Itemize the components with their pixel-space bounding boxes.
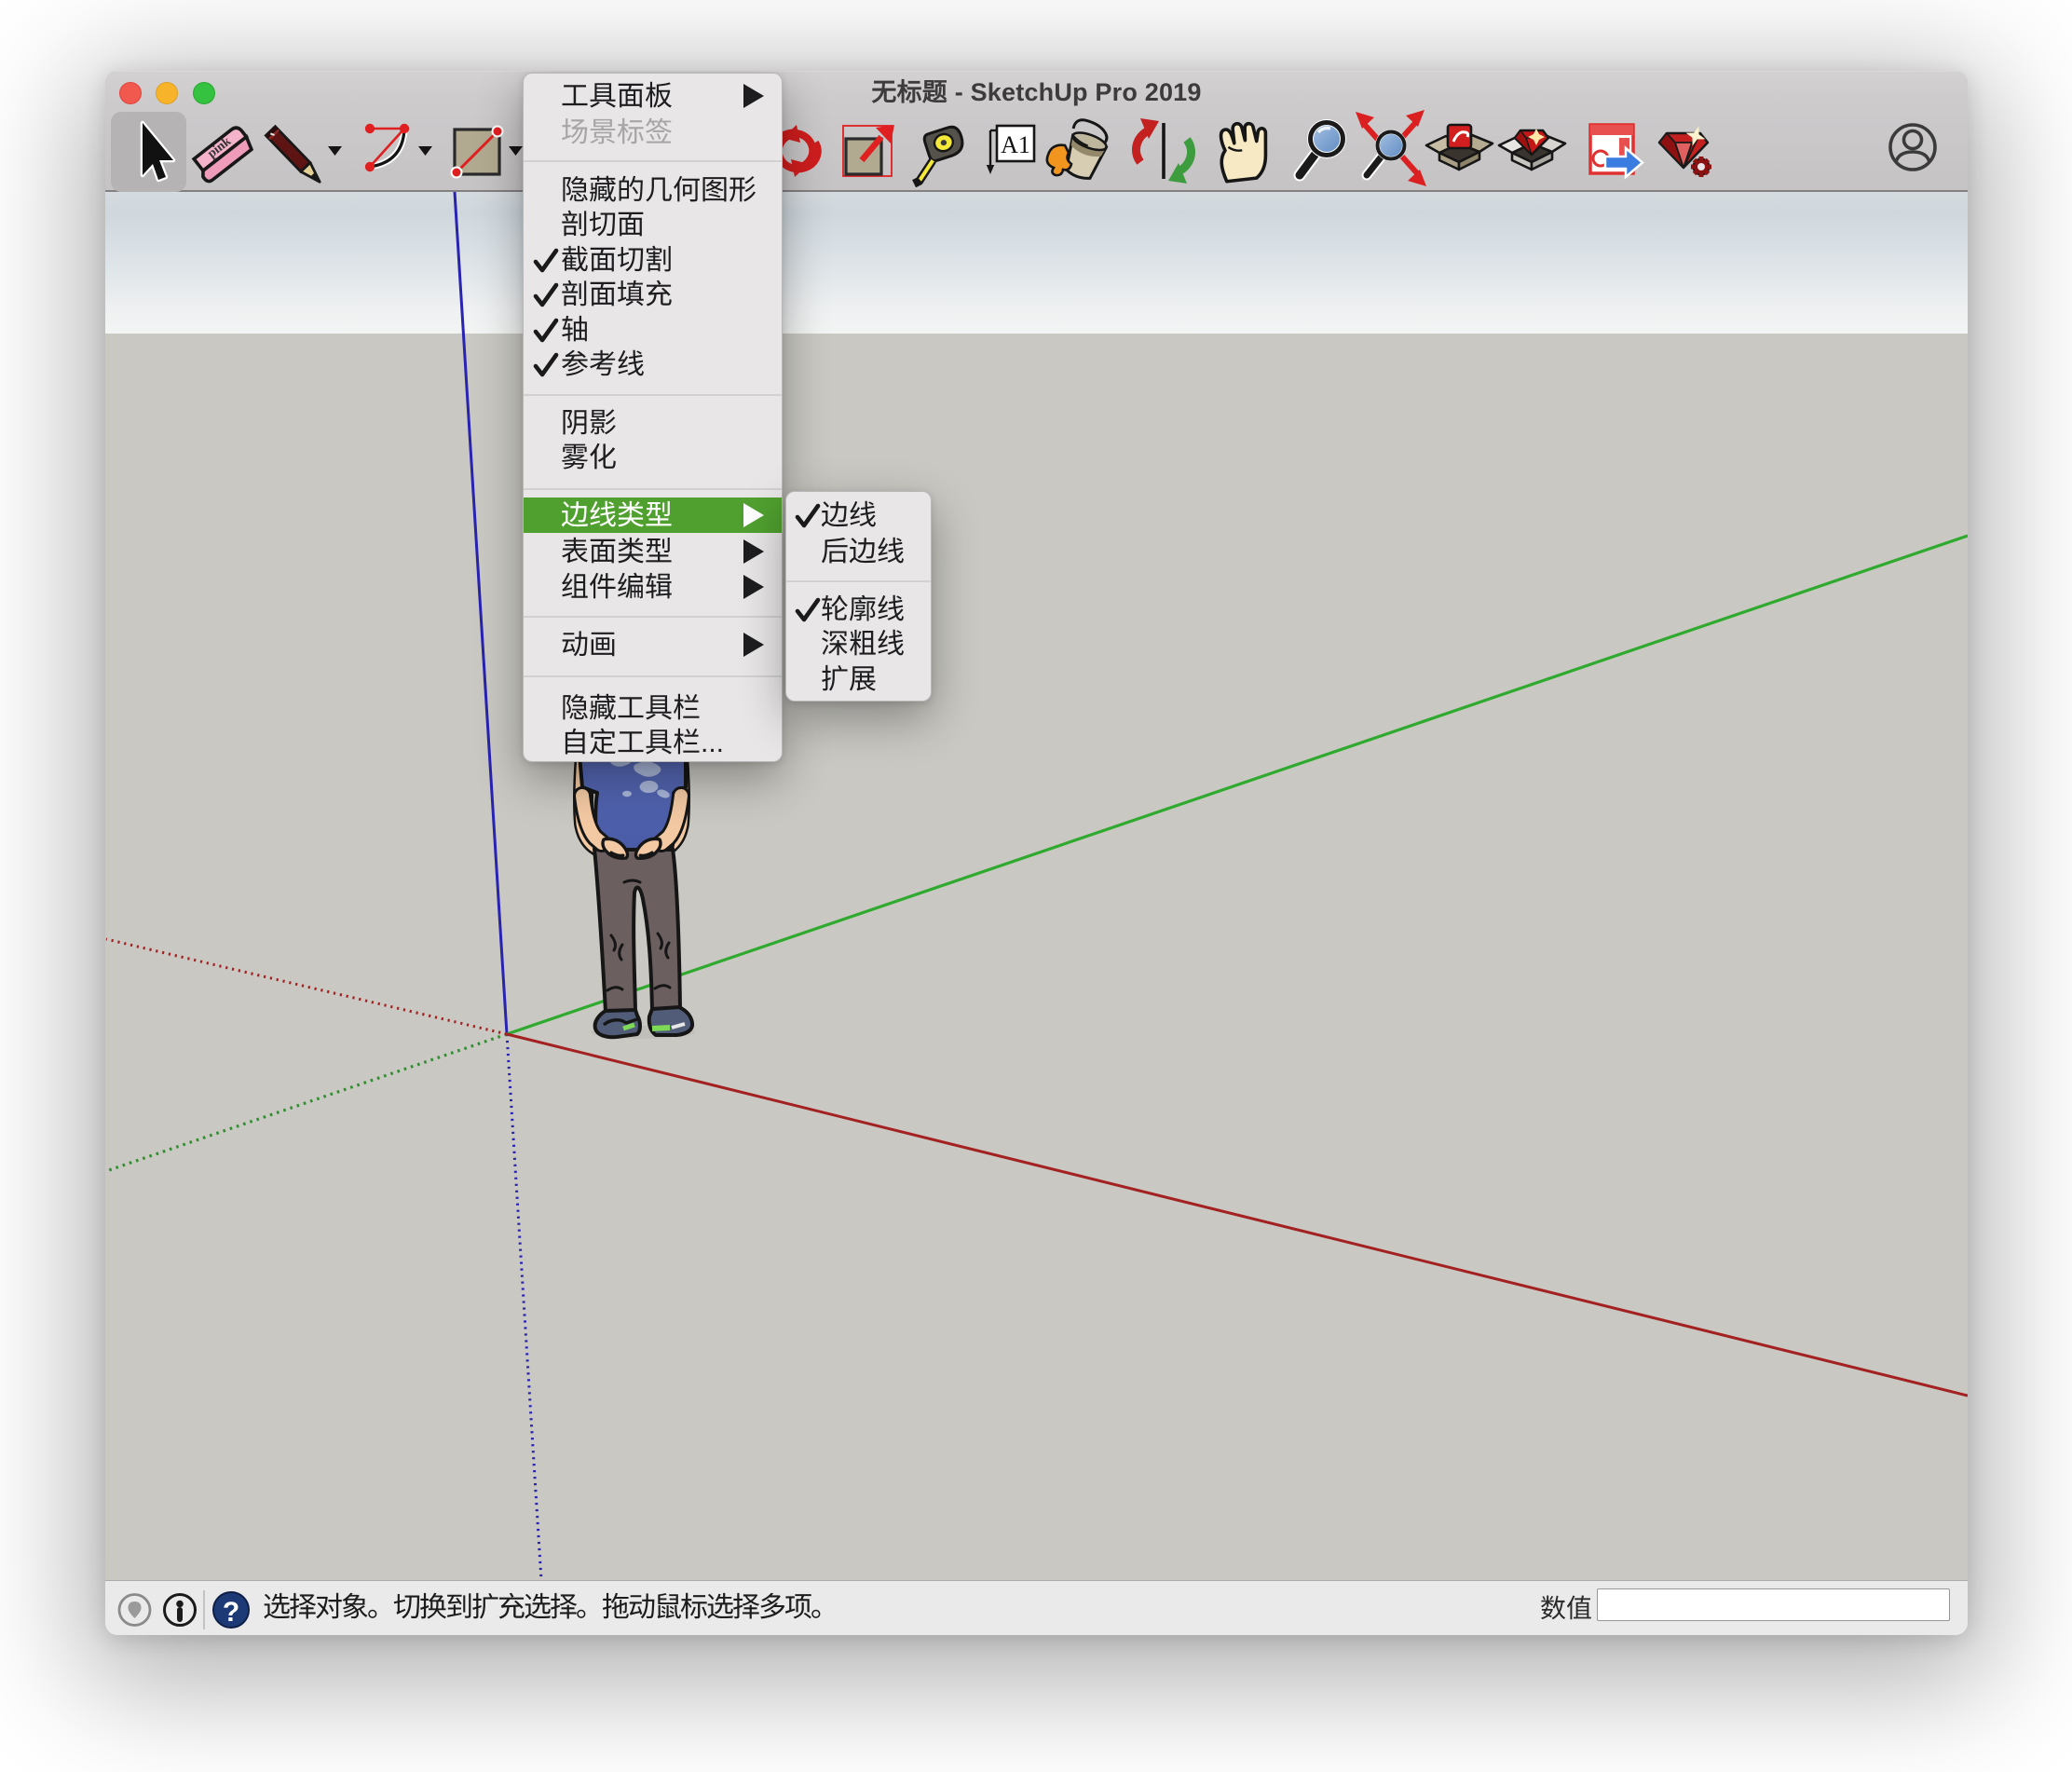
svg-text:?: ?	[223, 1597, 239, 1628]
svg-text:A1: A1	[1001, 131, 1030, 158]
